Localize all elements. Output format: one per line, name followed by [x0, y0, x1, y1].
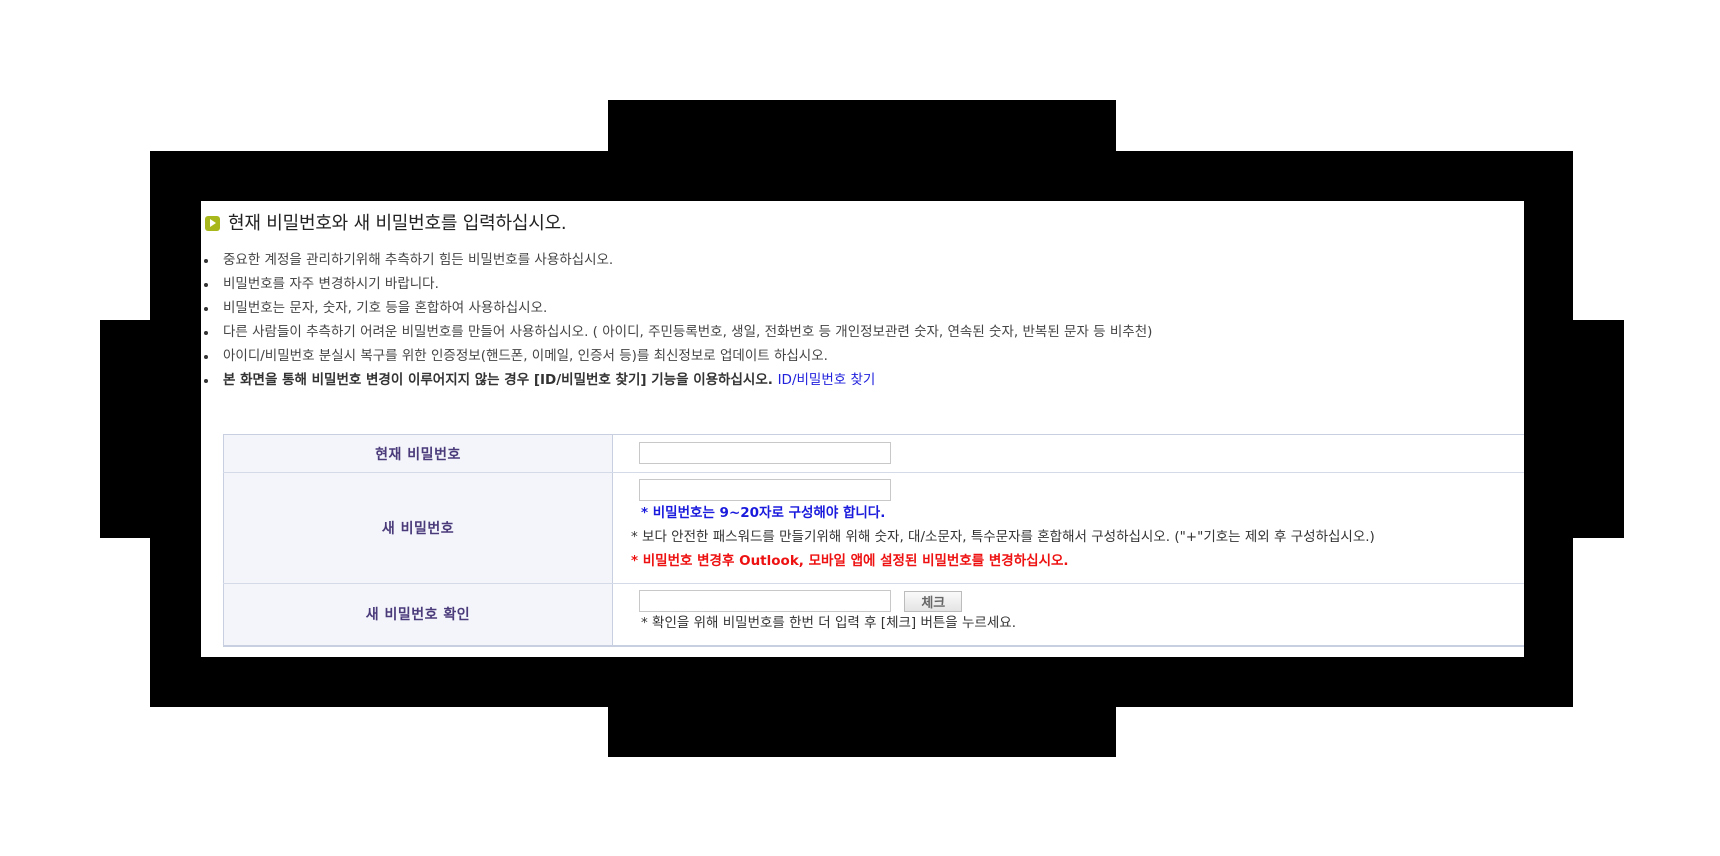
new-password-cell: * 비밀번호는 9~20자로 구성해야 합니다. * 보다 안전한 패스워드를 …: [612, 472, 1524, 584]
confirm-password-input[interactable]: [639, 590, 891, 612]
list-item: 비밀번호는 문자, 숫자, 기호 등을 혼합하여 사용하십시오.: [201, 296, 1152, 320]
complexity-hint: * 보다 안전한 패스워드를 만들기위해 위해 숫자, 대/소문자, 특수문자를…: [631, 529, 1375, 545]
current-password-input[interactable]: [639, 442, 891, 464]
current-password-label: 현재 비밀번호: [223, 434, 613, 473]
frame-top: [608, 100, 1116, 152]
list-item: 비밀번호를 자주 변경하시기 바랍니다.: [201, 272, 1152, 296]
table-row: 현재 비밀번호: [223, 434, 1524, 473]
frame-bottom: [608, 706, 1116, 757]
password-change-panel: 현재 비밀번호와 새 비밀번호를 입력하십시오. 중요한 계정을 관리하기위해 …: [201, 201, 1524, 657]
important-note-text: 본 화면을 통해 비밀번호 변경이 이루어지지 않는 경우 [ID/비밀번호 찾…: [223, 372, 773, 388]
list-item: 중요한 계정을 관리하기위해 추측하기 힘든 비밀번호를 사용하십시오.: [201, 248, 1152, 272]
password-form: 현재 비밀번호 새 비밀번호 * 비밀번호는 9~20자로 구성해야 합니다. …: [223, 434, 1524, 647]
arrow-bullet-icon: [205, 216, 220, 231]
current-password-cell: [612, 434, 1524, 473]
page-title: 현재 비밀번호와 새 비밀번호를 입력하십시오.: [228, 213, 567, 234]
list-item: 다른 사람들이 추측하기 어려운 비밀번호를 만들어 사용하십시오. ( 아이디…: [201, 320, 1152, 344]
confirm-hint: * 확인을 위해 비밀번호를 한번 더 입력 후 [체크] 버튼을 누르세요.: [641, 615, 1016, 631]
find-id-password-link[interactable]: ID/비밀번호 찾기: [778, 372, 876, 388]
page-heading: 현재 비밀번호와 새 비밀번호를 입력하십시오.: [205, 209, 567, 235]
length-hint: * 비밀번호는 9~20자로 구성해야 합니다.: [641, 505, 886, 521]
table-row: 새 비밀번호 확인 체크 * 확인을 위해 비밀번호를 한번 더 입력 후 [체…: [223, 583, 1524, 646]
table-row: 새 비밀번호 * 비밀번호는 9~20자로 구성해야 합니다. * 보다 안전한…: [223, 472, 1524, 584]
confirm-password-label: 새 비밀번호 확인: [223, 583, 613, 646]
new-password-input[interactable]: [639, 479, 891, 501]
guideline-list: 중요한 계정을 관리하기위해 추측하기 힘든 비밀번호를 사용하십시오. 비밀번…: [201, 248, 1152, 392]
outlook-warning: * 비밀번호 변경후 Outlook, 모바일 앱에 설정된 비밀번호를 변경하…: [631, 553, 1069, 569]
list-item-important: 본 화면을 통해 비밀번호 변경이 이루어지지 않는 경우 [ID/비밀번호 찾…: [201, 368, 1152, 392]
confirm-password-cell: 체크 * 확인을 위해 비밀번호를 한번 더 입력 후 [체크] 버튼을 누르세…: [612, 583, 1524, 646]
new-password-label: 새 비밀번호: [223, 472, 613, 584]
check-button[interactable]: 체크: [904, 590, 963, 612]
list-item: 아이디/비밀번호 분실시 복구를 위한 인증정보(핸드폰, 이메일, 인증서 등…: [201, 344, 1152, 368]
